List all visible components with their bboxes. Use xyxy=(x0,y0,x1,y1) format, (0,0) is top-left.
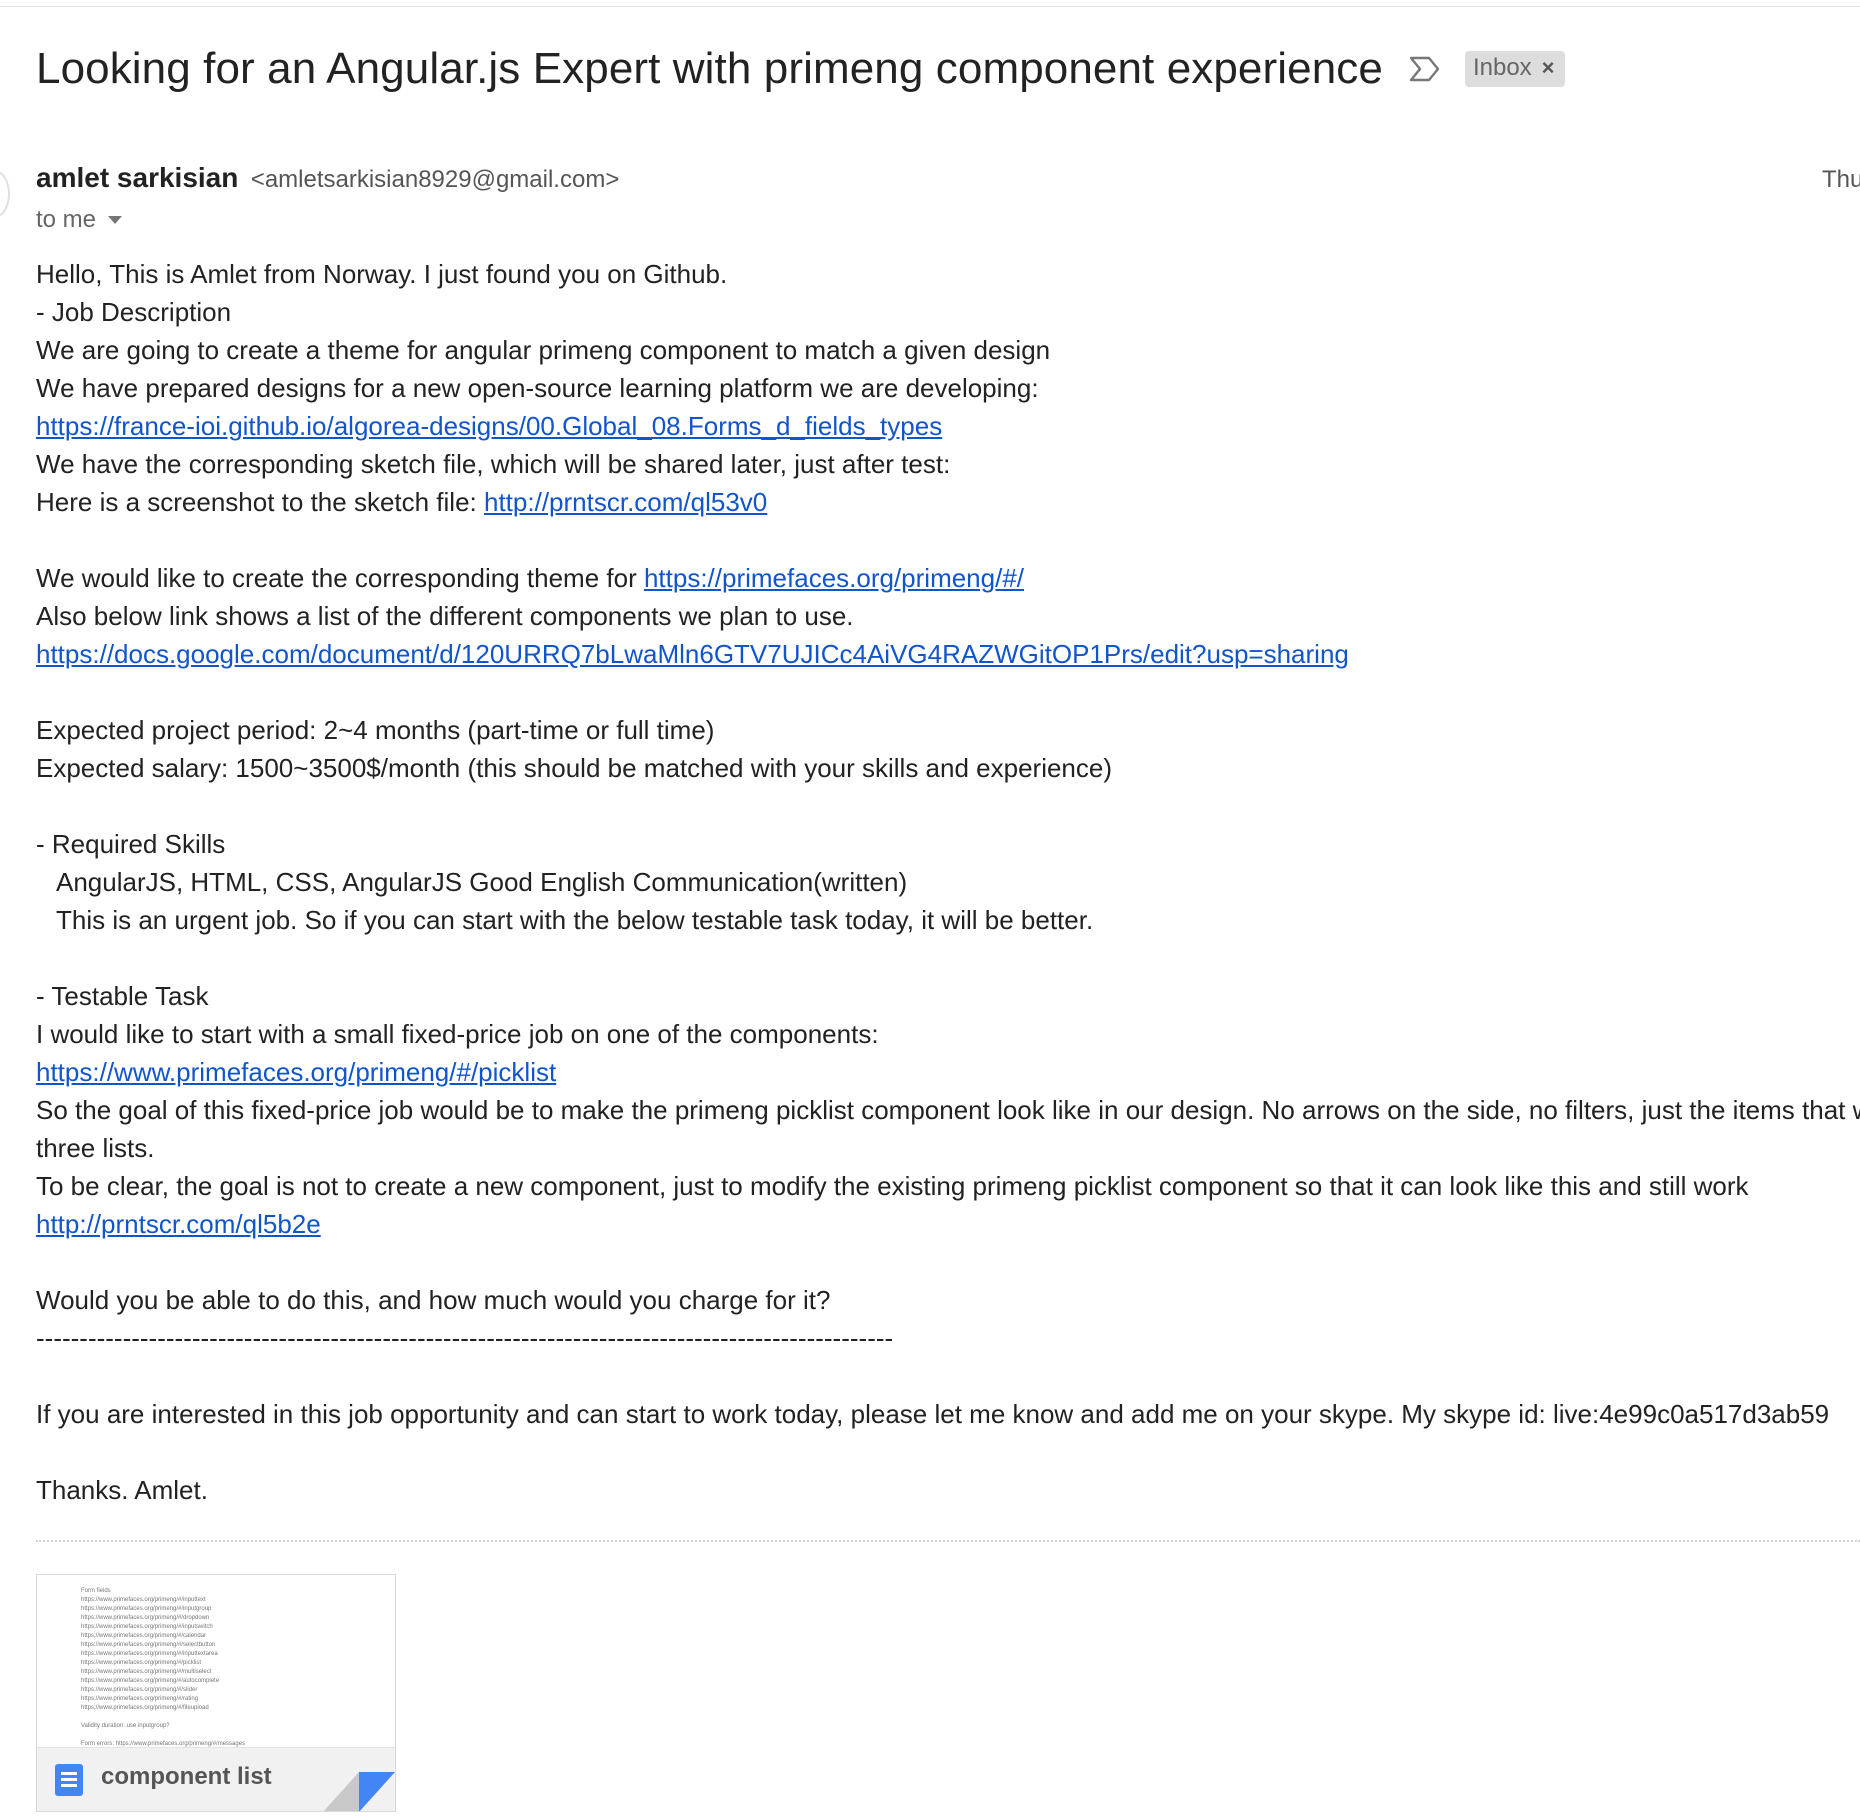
preview-line: https://www.primefaces.org/primeng/#/mul… xyxy=(81,1669,212,1675)
preview-line: https://www.primefaces.org/primeng/#/inp… xyxy=(81,1651,218,1657)
preview-line: https://www.primefaces.org/primeng/#/sel… xyxy=(81,1642,216,1648)
body-line: This is an urgent job. So if you can sta… xyxy=(56,905,1094,935)
attachment-footer: component list xyxy=(37,1747,395,1811)
body-line: https://www.primefaces.org/primeng/#/pic… xyxy=(36,1053,1860,1091)
body-line: If you are interested in this job opport… xyxy=(36,1399,1830,1429)
sender-name[interactable]: amlet sarkisian xyxy=(36,162,238,193)
body-line: I would like to start with a small fixed… xyxy=(36,1019,879,1049)
body-line: We have the corresponding sketch file, w… xyxy=(36,449,951,479)
body-line: https://docs.google.com/document/d/120UR… xyxy=(36,635,1860,673)
preview-line: https://www.primefaces.org/primeng/#/fil… xyxy=(81,1705,209,1711)
body-line: Would you be able to do this, and how mu… xyxy=(36,1285,831,1315)
label-text: Inbox xyxy=(1472,54,1532,81)
email-date: Thu xyxy=(1822,166,1860,193)
preview-line: https://www.primefaces.org/primeng/#/rat… xyxy=(81,1696,199,1702)
body-text: We would like to create the correspondin… xyxy=(36,563,644,593)
preview-line: https://www.primefaces.org/primeng/#/cal… xyxy=(81,1633,207,1639)
subject-row: Looking for an Angular.js Expert with pr… xyxy=(36,44,1565,94)
preview-note: Validity duration: use inputgroup? xyxy=(81,1723,170,1729)
body-text: Here is a screenshot to the sketch file: xyxy=(36,487,484,517)
body-line: Expected project period: 2~4 months (par… xyxy=(36,715,715,745)
sender-row: amlet sarkisian <amletsarkisian8929@gmai… xyxy=(36,162,619,194)
body-line: Also below link shows a list of the diff… xyxy=(36,601,854,631)
preview-line: https://www.primefaces.org/primeng/#/sli… xyxy=(81,1687,198,1693)
recipient-text: to me xyxy=(36,206,97,233)
email-body: Hello, This is Amlet from Norway. I just… xyxy=(36,255,1860,1509)
recipient-row: to me xyxy=(36,206,123,234)
page-fold-icon xyxy=(323,1772,395,1811)
body-line: So the goal of this fixed-price job woul… xyxy=(36,1095,1860,1125)
body-line: AngularJS, HTML, CSS, AngularJS Good Eng… xyxy=(56,867,908,897)
preview-line: https://www.primefaces.org/primeng/#/inp… xyxy=(81,1624,213,1630)
body-line: We are going to create a theme for angul… xyxy=(36,335,1051,365)
preview-gap xyxy=(81,1713,395,1722)
inbox-label-chip[interactable]: Inbox × xyxy=(1464,51,1565,87)
picklist-link[interactable]: https://www.primefaces.org/primeng/#/pic… xyxy=(36,1057,556,1087)
sender-email: <amletsarkisian8929@gmail.com> xyxy=(250,166,620,193)
preview-lines: https://www.primefaces.org/primeng/#/inp… xyxy=(81,1596,395,1713)
preview-gap xyxy=(81,1731,395,1740)
design-screenshot-link[interactable]: http://prntscr.com/ql5b2e xyxy=(36,1209,321,1239)
preview-line: https://www.primefaces.org/primeng/#/dro… xyxy=(81,1615,210,1621)
body-line: - Required Skills xyxy=(36,829,226,859)
primeng-link[interactable]: https://primefaces.org/primeng/#/ xyxy=(644,563,1024,593)
body-line: We would like to create the correspondin… xyxy=(36,559,1860,597)
preview-line: https://www.primefaces.org/primeng/#/aut… xyxy=(81,1678,220,1684)
body-line: https://france-ioi.github.io/algorea-des… xyxy=(36,407,1860,445)
body-line: To be clear, the goal is not to create a… xyxy=(36,1171,1749,1201)
google-doc-link[interactable]: https://docs.google.com/document/d/120UR… xyxy=(36,639,1349,669)
body-line: Here is a screenshot to the sketch file:… xyxy=(36,483,1860,521)
email-subject: Looking for an Angular.js Expert with pr… xyxy=(36,44,1383,93)
attachments-divider xyxy=(36,1540,1860,1542)
body-line: - Testable Task xyxy=(36,981,209,1011)
top-divider xyxy=(0,6,1860,7)
sketch-screenshot-link[interactable]: http://prntscr.com/ql53v0 xyxy=(484,487,767,517)
preview-line: https://www.primefaces.org/primeng/#/pic… xyxy=(81,1660,202,1666)
signature: Thanks. Amlet. xyxy=(36,1475,208,1505)
preview-title: Form fields xyxy=(81,1588,111,1594)
avatar[interactable] xyxy=(0,170,10,218)
body-line: three lists. xyxy=(36,1133,155,1163)
body-line: Hello, This is Amlet from Norway. I just… xyxy=(36,259,728,289)
importance-marker-icon[interactable] xyxy=(1409,56,1441,82)
body-line: - Job Description xyxy=(36,297,232,327)
attachment-preview: Form fields https://www.primefaces.org/p… xyxy=(37,1575,395,1747)
body-line: We have prepared designs for a new open-… xyxy=(36,373,1039,403)
remove-label-icon[interactable]: × xyxy=(1542,55,1555,81)
preview-line: https://www.primefaces.org/primeng/#/inp… xyxy=(81,1606,212,1612)
designs-link[interactable]: https://france-ioi.github.io/algorea-des… xyxy=(36,411,942,441)
show-details-chevron-down-icon[interactable] xyxy=(108,216,123,224)
body-line: Expected salary: 1500~3500$/month (this … xyxy=(36,753,1113,783)
attachment-name[interactable]: component list xyxy=(101,1763,272,1791)
google-docs-icon xyxy=(55,1764,83,1796)
body-line: http://prntscr.com/ql5b2e xyxy=(36,1205,1860,1243)
preview-line: https://www.primefaces.org/primeng/#/inp… xyxy=(81,1597,206,1603)
attachment-card[interactable]: Form fields https://www.primefaces.org/p… xyxy=(36,1574,396,1812)
separator-line: ----------------------------------------… xyxy=(36,1323,894,1353)
